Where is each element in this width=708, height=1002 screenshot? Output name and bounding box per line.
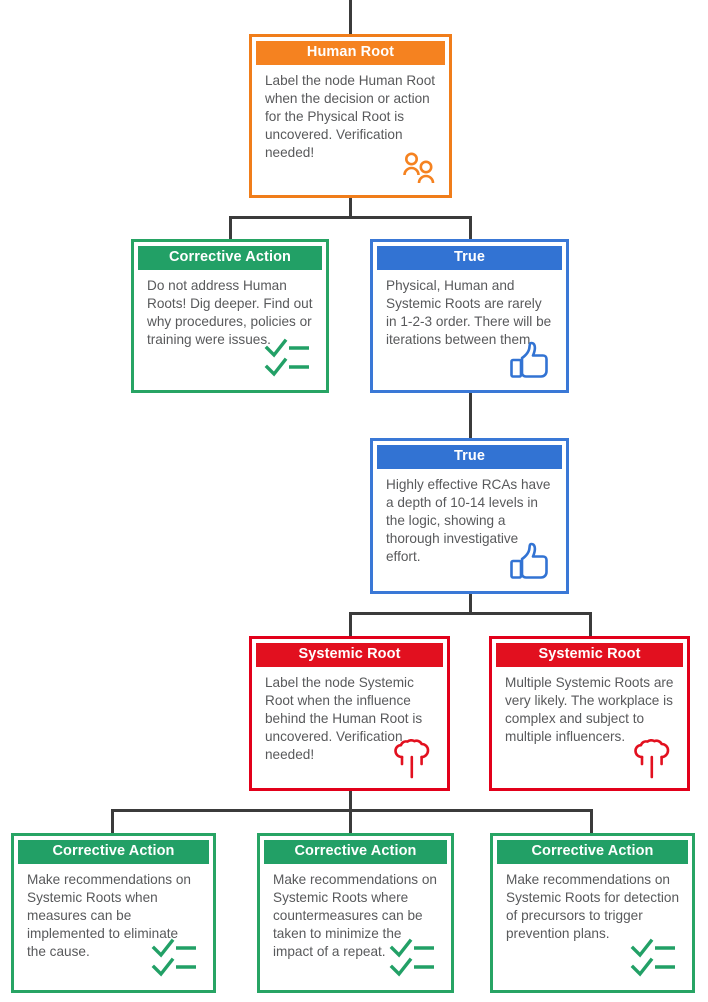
node-body-text: Multiple Systemic Roots are very likely.…: [505, 675, 674, 745]
flowchart-canvas: Human Root Label the node Human Root whe…: [0, 0, 708, 1002]
node-header: Human Root: [256, 41, 445, 66]
tree-icon: [393, 739, 431, 779]
node-header: Corrective Action: [264, 840, 447, 865]
node-true-depth[interactable]: True Highly effective RCAs have a depth …: [370, 438, 569, 594]
connector-bus-level2: [229, 216, 472, 219]
node-corrective-action-precursors[interactable]: Corrective Action Make recommendations o…: [490, 833, 695, 993]
node-body-text: Physical, Human and Systemic Roots are r…: [386, 278, 552, 348]
connector-true-iterations-to-true-depth: [469, 393, 472, 438]
people-icon: [401, 151, 437, 185]
connector-to-corrective-action-eliminate: [111, 809, 114, 833]
connector-to-corrective-action-human: [229, 216, 232, 240]
connector-human-root-down: [349, 198, 352, 216]
connector-bus-corrective: [111, 809, 593, 812]
node-corrective-action-human[interactable]: Corrective Action Do not address Human R…: [131, 239, 329, 393]
connector-bus-systemic: [349, 612, 592, 615]
connector-true-depth-down: [469, 594, 472, 612]
node-true-iterations[interactable]: True Physical, Human and Systemic Roots …: [370, 239, 569, 393]
node-body: Make recommendations on Systemic Roots f…: [497, 864, 688, 986]
checklist-icon: [630, 938, 678, 978]
node-corrective-action-minimize[interactable]: Corrective Action Make recommendations o…: [257, 833, 454, 993]
node-body: Make recommendations on Systemic Roots w…: [18, 864, 209, 986]
connector-stem-top: [349, 0, 352, 36]
node-header: Systemic Root: [256, 643, 443, 668]
node-header: Corrective Action: [138, 246, 322, 271]
node-body: Make recommendations on Systemic Roots w…: [264, 864, 447, 986]
node-body: Highly effective RCAs have a depth of 10…: [377, 469, 562, 587]
connector-to-corrective-action-minimize: [349, 809, 352, 833]
thumbs-up-icon: [508, 340, 550, 382]
node-header: Systemic Root: [496, 643, 683, 668]
checklist-icon: [389, 938, 437, 978]
checklist-icon: [264, 338, 312, 378]
connector-to-systemic-root-multiple: [589, 612, 592, 636]
node-header: True: [377, 445, 562, 470]
node-body: Physical, Human and Systemic Roots are r…: [377, 270, 562, 386]
node-header: Corrective Action: [497, 840, 688, 865]
connector-to-systemic-root-label: [349, 612, 352, 636]
thumbs-up-icon: [508, 541, 550, 583]
connector-to-true-iterations: [469, 216, 472, 240]
node-body: Multiple Systemic Roots are very likely.…: [496, 667, 683, 784]
node-body: Do not address Human Roots! Dig deeper. …: [138, 270, 322, 386]
node-body-text: Make recommendations on Systemic Roots f…: [506, 872, 680, 942]
tree-icon: [633, 739, 671, 779]
checklist-icon: [151, 938, 199, 978]
node-human-root[interactable]: Human Root Label the node Human Root whe…: [249, 34, 452, 198]
connector-to-corrective-action-precursors: [590, 809, 593, 833]
node-body-text: Label the node Human Root when the decis…: [265, 73, 436, 160]
node-body: Label the node Systemic Root when the in…: [256, 667, 443, 784]
connector-systemic-root-down: [349, 791, 352, 809]
node-header: Corrective Action: [18, 840, 209, 865]
node-systemic-root-multiple[interactable]: Systemic Root Multiple Systemic Roots ar…: [489, 636, 690, 791]
node-systemic-root-label[interactable]: Systemic Root Label the node Systemic Ro…: [249, 636, 450, 791]
node-header: True: [377, 246, 562, 271]
node-corrective-action-eliminate[interactable]: Corrective Action Make recommendations o…: [11, 833, 216, 993]
node-body: Label the node Human Root when the decis…: [256, 65, 445, 191]
